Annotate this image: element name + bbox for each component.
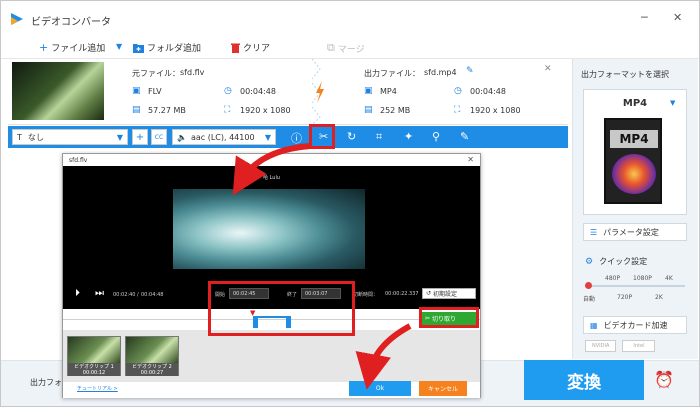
arrow-to-dialog [232,143,311,196]
annotation-arrows [232,143,412,390]
arrow-to-ok [355,323,412,390]
